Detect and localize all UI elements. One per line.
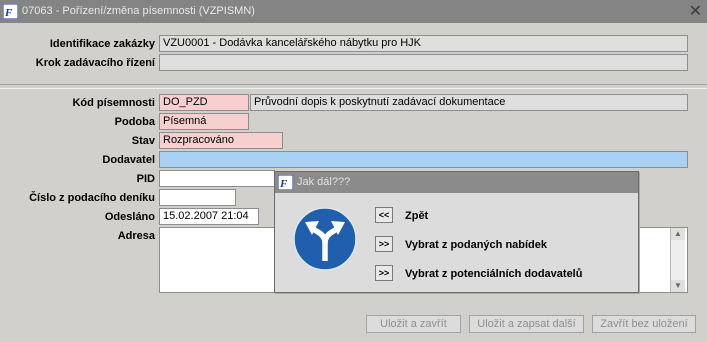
app-icon: F	[3, 4, 18, 19]
select-from-potential-suppliers-label: Vybrat z potenciálních dodavatelů	[405, 268, 583, 280]
label-kod: Kód písemnosti	[72, 97, 155, 109]
krok-field[interactable]	[159, 54, 688, 71]
label-stav: Stav	[131, 135, 155, 147]
select-from-potential-suppliers-button[interactable]: >>	[375, 265, 393, 281]
app-icon: F	[278, 175, 293, 190]
cislo-field[interactable]	[159, 189, 236, 206]
label-pid: PID	[136, 173, 155, 185]
stav-field[interactable]: Rozpracováno	[159, 132, 283, 149]
dialog-title-bar: F Jak dál???	[275, 172, 638, 193]
dialog-title: Jak dál???	[297, 176, 351, 188]
jak-dal-dialog: F Jak dál??? << Zpět >> Vybrat z podanýc…	[274, 171, 639, 293]
label-cislo: Číslo z podacího deníku	[29, 192, 155, 204]
label-podoba: Podoba	[114, 116, 155, 128]
adresa-scrollbar[interactable]: ▲ ▼	[670, 228, 685, 292]
svg-text:F: F	[4, 7, 13, 19]
select-from-offers-button[interactable]: >>	[375, 236, 393, 252]
scroll-track[interactable]	[671, 240, 685, 280]
save-close-button[interactable]: Uložit a zavřít	[366, 315, 461, 333]
back-label: Zpět	[405, 210, 429, 222]
kod-description-field: Průvodní dopis k poskytnutí zadávací dok…	[250, 94, 688, 111]
direction-sign-icon	[293, 207, 357, 271]
dodavatel-field[interactable]	[159, 151, 688, 168]
window-title: 07063 - Pořízení/změna písemnosti (VZPIS…	[22, 5, 255, 17]
main-window: F 07063 - Pořízení/změna písemnosti (VZP…	[0, 0, 707, 342]
close-without-save-button[interactable]: Zavřít bez uložení	[592, 315, 696, 333]
label-adresa: Adresa	[117, 230, 155, 242]
identifikace-field[interactable]: VZU0001 - Dodávka kancelářského nábytku …	[159, 35, 688, 52]
save-next-button[interactable]: Uložit a zapsat další	[469, 315, 584, 333]
label-identifikace: Identifikace zakázky	[49, 38, 155, 50]
pid-field[interactable]	[159, 170, 275, 187]
label-dodavatel: Dodavatel	[102, 154, 155, 166]
kod-field[interactable]: DO_PZD	[159, 94, 249, 111]
odeslano-field[interactable]: 15.02.2007 21:04	[159, 208, 259, 225]
svg-text:F: F	[279, 178, 288, 190]
separator	[0, 84, 707, 89]
back-button[interactable]: <<	[375, 207, 393, 223]
label-krok: Krok zadávacího řízení	[35, 57, 155, 69]
podoba-field[interactable]: Písemná	[159, 113, 249, 130]
scroll-down-icon[interactable]: ▼	[671, 280, 685, 292]
select-from-offers-label: Vybrat z podaných nabídek	[405, 239, 548, 251]
title-bar: F 07063 - Pořízení/změna písemnosti (VZP…	[0, 0, 707, 23]
scroll-up-icon[interactable]: ▲	[671, 228, 685, 240]
close-icon[interactable]: ✕	[689, 1, 702, 21]
label-odeslano: Odesláno	[104, 211, 155, 223]
